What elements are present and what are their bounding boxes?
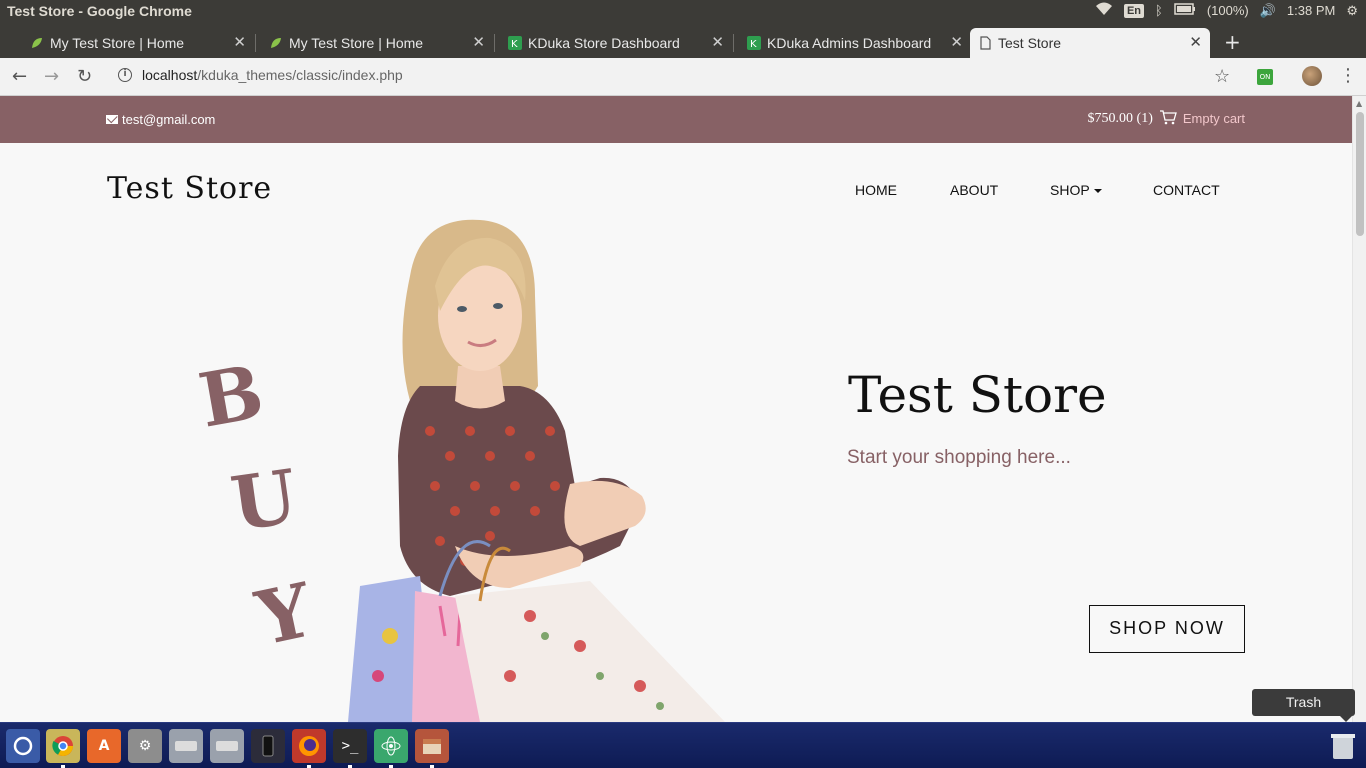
nav-shop[interactable]: SHOP bbox=[1050, 182, 1102, 198]
browser-toolbar: ← → ↻ i localhost/kduka_themes/classic/i… bbox=[0, 58, 1366, 96]
close-icon[interactable]: ✕ bbox=[950, 33, 963, 51]
hero-letter-b: B bbox=[193, 349, 270, 445]
os-top-bar: Test Store - Google Chrome En ᛒ (100%) 🔊… bbox=[0, 0, 1366, 24]
close-icon[interactable]: ✕ bbox=[711, 33, 724, 51]
trash-icon[interactable] bbox=[1326, 729, 1360, 763]
tab-strip: My Test Store | Home ✕ My Test Store | H… bbox=[0, 24, 1366, 58]
nav-about[interactable]: ABOUT bbox=[950, 182, 998, 198]
hero-title: Test Store bbox=[848, 366, 1107, 424]
drive-icon[interactable] bbox=[210, 729, 244, 763]
email-text: test@gmail.com bbox=[122, 112, 216, 127]
firefox-icon[interactable] bbox=[292, 729, 326, 763]
kduka-icon: K bbox=[508, 36, 522, 50]
page-scrollbar[interactable]: ▲ bbox=[1352, 96, 1366, 722]
phone-icon[interactable] bbox=[251, 729, 285, 763]
envelope-icon bbox=[106, 115, 118, 124]
nav-shop-label: SHOP bbox=[1050, 182, 1090, 198]
close-icon[interactable]: ✕ bbox=[233, 33, 246, 51]
tab-label: KDuka Store Dashboard bbox=[528, 35, 680, 51]
tab-label: KDuka Admins Dashboard bbox=[767, 35, 932, 51]
settings-icon[interactable]: ⚙ bbox=[128, 729, 162, 763]
close-icon[interactable]: ✕ bbox=[1189, 33, 1202, 51]
software-center-icon[interactable]: A bbox=[87, 729, 121, 763]
scrollbar-thumb[interactable] bbox=[1356, 112, 1364, 236]
drive-icon[interactable] bbox=[169, 729, 203, 763]
svg-text:K: K bbox=[750, 39, 757, 50]
empty-cart-link[interactable]: Empty cart bbox=[1183, 111, 1245, 126]
profile-avatar[interactable] bbox=[1302, 66, 1322, 86]
hero-letter-y: Y bbox=[249, 567, 320, 663]
hero-shopper-image bbox=[348, 219, 725, 722]
leaf-icon bbox=[30, 36, 44, 50]
chrome-icon[interactable] bbox=[46, 729, 80, 763]
svg-text:K: K bbox=[511, 39, 518, 50]
kduka-icon: K bbox=[747, 36, 761, 50]
nav-contact[interactable]: CONTACT bbox=[1153, 182, 1220, 198]
ubuntu-icon[interactable] bbox=[6, 729, 40, 763]
clock[interactable]: 1:38 PM bbox=[1287, 3, 1335, 18]
atom-icon[interactable] bbox=[374, 729, 408, 763]
scroll-up-arrow-icon[interactable]: ▲ bbox=[1356, 99, 1362, 108]
tab-my-test-store-1[interactable]: My Test Store | Home ✕ bbox=[22, 28, 254, 58]
nav-home[interactable]: HOME bbox=[855, 182, 897, 198]
wifi-icon[interactable] bbox=[1095, 2, 1113, 19]
leaf-icon bbox=[269, 36, 283, 50]
tab-my-test-store-2[interactable]: My Test Store | Home ✕ bbox=[261, 28, 493, 58]
page-viewport: test@gmail.com $750.00 (1) Empty cart Te… bbox=[0, 96, 1352, 722]
url-host: localhost bbox=[142, 67, 198, 83]
system-indicators: En ᛒ (100%) 🔊 1:38 PM ⚙ bbox=[1095, 2, 1358, 19]
archive-icon[interactable] bbox=[415, 729, 449, 763]
url-path: /kduka_themes/classic/index.php bbox=[197, 67, 403, 83]
new-tab-button[interactable]: + bbox=[1224, 30, 1241, 54]
back-arrow-icon[interactable]: ← bbox=[12, 66, 27, 87]
battery-percent: (100%) bbox=[1206, 3, 1249, 18]
bookmark-star-icon[interactable]: ☆ bbox=[1214, 66, 1230, 87]
more-options-icon[interactable]: ⋮ bbox=[1339, 65, 1357, 86]
forward-arrow-icon[interactable]: → bbox=[44, 66, 59, 87]
keyboard-layout-indicator[interactable]: En bbox=[1123, 3, 1144, 18]
address-bar[interactable]: localhost/kduka_themes/classic/index.php bbox=[142, 67, 403, 83]
tab-label: My Test Store | Home bbox=[289, 35, 424, 51]
caret-down-icon bbox=[1093, 189, 1102, 194]
close-icon[interactable]: ✕ bbox=[472, 33, 485, 51]
hero-subtitle: Start your shopping here... bbox=[847, 447, 1071, 468]
reload-icon[interactable]: ↻ bbox=[77, 66, 92, 87]
battery-icon[interactable] bbox=[1174, 3, 1196, 18]
tab-kduka-admins-dashboard[interactable]: K KDuka Admins Dashboard ✕ bbox=[739, 28, 971, 58]
info-icon[interactable]: i bbox=[118, 68, 132, 82]
site-top-bar: test@gmail.com $750.00 (1) Empty cart bbox=[0, 96, 1352, 143]
contact-email[interactable]: test@gmail.com bbox=[106, 112, 215, 127]
bluetooth-icon[interactable]: ᛒ bbox=[1155, 3, 1163, 18]
terminal-icon[interactable]: >_ bbox=[333, 729, 367, 763]
tab-label: Test Store bbox=[998, 35, 1062, 51]
trash-tooltip: Trash bbox=[1252, 689, 1355, 722]
tab-label: My Test Store | Home bbox=[50, 35, 185, 51]
tab-test-store[interactable]: Test Store ✕ bbox=[970, 28, 1210, 58]
extension-icon[interactable]: ON bbox=[1257, 69, 1273, 85]
cart-total: $750.00 (1) bbox=[1087, 110, 1153, 126]
window-title: Test Store - Google Chrome bbox=[7, 3, 192, 19]
cart-summary[interactable]: $750.00 (1) Empty cart bbox=[1088, 109, 1245, 128]
taskbar-dock: A ⚙ >_ bbox=[0, 722, 1366, 768]
hero-letter-u: U bbox=[226, 453, 303, 549]
shop-now-button[interactable]: SHOP NOW bbox=[1089, 605, 1245, 653]
tab-kduka-store-dashboard[interactable]: K KDuka Store Dashboard ✕ bbox=[500, 28, 732, 58]
page-icon bbox=[978, 36, 992, 50]
volume-icon[interactable]: 🔊 bbox=[1260, 3, 1276, 19]
cart-icon bbox=[1159, 109, 1177, 128]
gear-icon[interactable]: ⚙ bbox=[1346, 3, 1358, 19]
site-logo[interactable]: Test Store bbox=[107, 171, 272, 206]
